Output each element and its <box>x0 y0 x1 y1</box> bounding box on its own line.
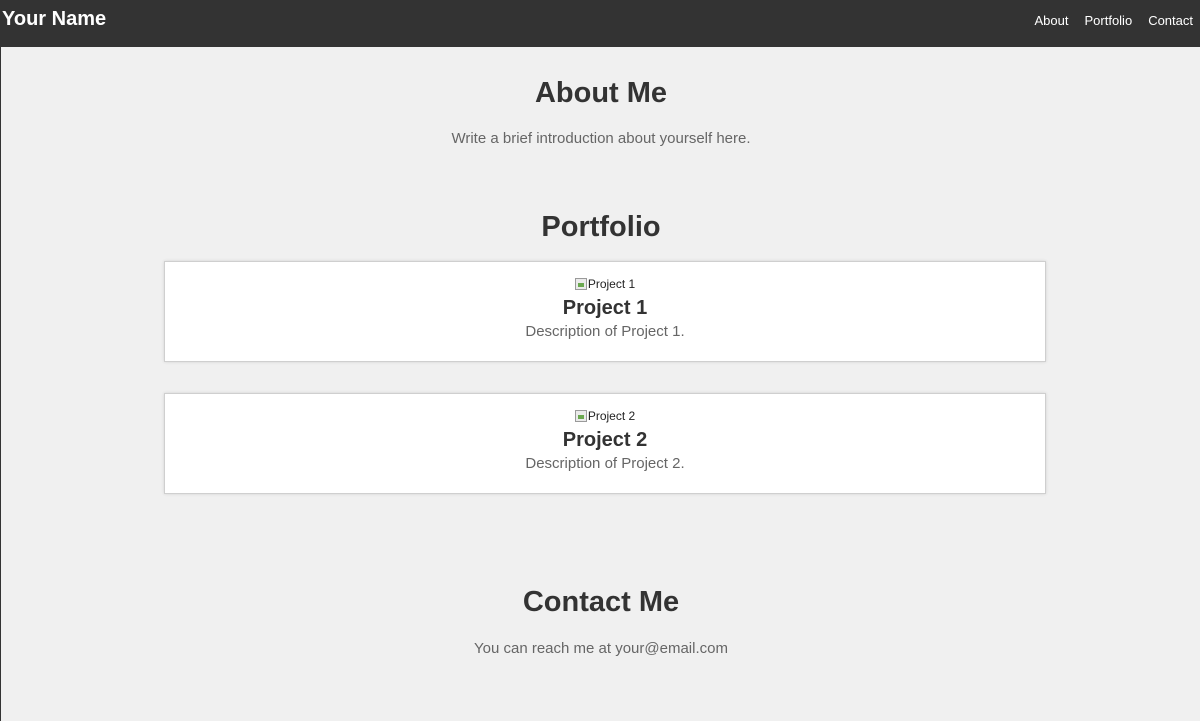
project-title: Project 1 <box>562 297 648 319</box>
project-image-alt: Project 1 <box>587 277 636 291</box>
site-brand[interactable]: Your Name <box>2 8 106 31</box>
main-nav: About Portfolio Contact <box>1019 13 1194 28</box>
broken-image-icon <box>574 410 587 422</box>
nav-link-about[interactable]: About <box>1035 13 1069 28</box>
broken-image-icon <box>574 278 587 290</box>
project-description: Description of Project 2. <box>525 455 685 472</box>
project-title: Project 2 <box>562 429 648 451</box>
project-image: Project 2 <box>574 409 636 423</box>
portfolio-section: Portfolio Project 1 Project 1 Descriptio… <box>1 211 1200 494</box>
contact-section: Contact Me You can reach me at your@emai… <box>1 586 1200 657</box>
about-title: About Me <box>534 77 668 109</box>
contact-text: You can reach me at your@email.com <box>474 640 728 657</box>
contact-title: Contact Me <box>522 586 680 618</box>
about-section: About Me Write a brief introduction abou… <box>1 77 1200 147</box>
nav-link-contact[interactable]: Contact <box>1148 13 1193 28</box>
project-description: Description of Project 1. <box>525 323 685 340</box>
project-image: Project 1 <box>574 277 636 291</box>
page: Your Name About Portfolio Contact About … <box>0 0 1200 721</box>
site-header: Your Name About Portfolio Contact <box>1 0 1200 47</box>
project-card: Project 2 Project 2 Description of Proje… <box>164 393 1046 494</box>
project-image-alt: Project 2 <box>587 409 636 423</box>
about-text: Write a brief introduction about yoursel… <box>451 130 751 147</box>
project-card: Project 1 Project 1 Description of Proje… <box>164 261 1046 362</box>
nav-link-portfolio[interactable]: Portfolio <box>1084 13 1132 28</box>
portfolio-title: Portfolio <box>541 211 661 243</box>
